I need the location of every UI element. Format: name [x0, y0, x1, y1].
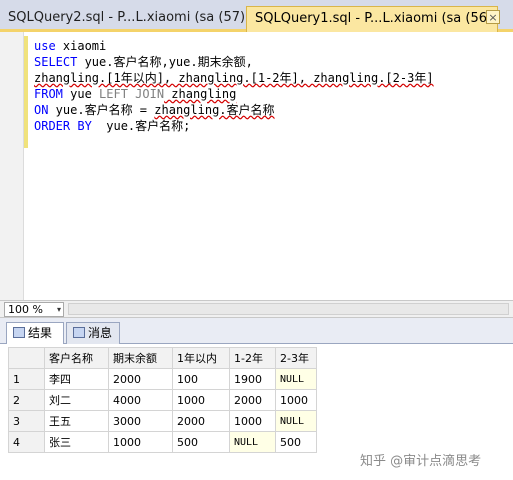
column-header[interactable]: 期末余额 — [108, 347, 173, 369]
column-header[interactable]: 1年以内 — [172, 347, 230, 369]
tab-sqlquery1[interactable]: SQLQuery1.sql - P...L.xiaomi (sa (56))* — [246, 6, 498, 32]
row-number[interactable]: 1 — [8, 368, 45, 390]
editor-gutter — [0, 32, 24, 300]
row-number[interactable]: 3 — [8, 410, 45, 432]
document-tab-bar: SQLQuery2.sql - P...L.xiaomi (sa (57)) S… — [0, 0, 513, 32]
keyword: use — [34, 39, 56, 53]
column-header[interactable]: 2-3年 — [275, 347, 317, 369]
grid-cell[interactable]: 1900 — [229, 368, 276, 390]
grid-icon — [13, 327, 25, 338]
code-text: yue — [62, 87, 100, 101]
grid-cell[interactable]: 4000 — [108, 389, 173, 411]
grid-cell[interactable]: 张三 — [44, 431, 109, 453]
chevron-down-icon[interactable]: ▾ — [57, 303, 61, 317]
tab-sqlquery2[interactable]: SQLQuery2.sql - P...L.xiaomi (sa (57)) — [0, 6, 244, 32]
tab-results[interactable]: 结果 — [6, 322, 64, 344]
code-text: zhangling.客户名称 — [154, 103, 275, 117]
table-row: 2 刘二 4000 1000 2000 1000 — [8, 389, 317, 411]
keyword: ON — [34, 103, 49, 117]
change-indicator-bar — [24, 36, 28, 148]
code-text: yue.客户名称 = — [48, 103, 155, 117]
code-line-6: ORDER BY yue.客户名称; — [34, 118, 434, 134]
keyword-join: LEFT JOIN — [99, 87, 165, 101]
grid-cell[interactable]: 2000 — [172, 410, 230, 432]
table-row: 4 张三 1000 500 NULL 500 — [8, 431, 317, 453]
grid-cell[interactable]: 500 — [275, 431, 317, 453]
zoom-bar: 100 % ▾ — [0, 300, 513, 318]
grid-cell[interactable]: 500 — [172, 431, 230, 453]
grid-cell[interactable]: 1000 — [229, 410, 276, 432]
column-header[interactable]: 客户名称 — [44, 347, 109, 369]
table-row: 3 王五 3000 2000 1000 NULL — [8, 410, 317, 432]
code-line-3: zhangling.[1年以内], zhangling.[1-2年], zhan… — [34, 70, 434, 86]
close-tab-icon[interactable]: × — [486, 10, 500, 24]
keyword: SELECT — [34, 55, 78, 69]
tab-results-label: 结果 — [28, 326, 53, 340]
horizontal-scrollbar[interactable] — [68, 303, 509, 315]
grid-cell[interactable]: NULL — [275, 410, 317, 432]
code-text: xiaomi — [55, 39, 107, 53]
grid-cell[interactable]: 王五 — [44, 410, 109, 432]
grid-cell[interactable]: 2000 — [229, 389, 276, 411]
grid-cell[interactable]: NULL — [229, 431, 276, 453]
row-number[interactable]: 2 — [8, 389, 45, 411]
grid-cell[interactable]: 2000 — [108, 368, 173, 390]
code-line-2: SELECT yue.客户名称,yue.期末余额, — [34, 54, 434, 70]
code-text: zhangling — [164, 87, 237, 101]
grid-header-row: 客户名称 期末余额 1年以内 1-2年 2-3年 — [8, 347, 317, 369]
grid-cell[interactable]: 3000 — [108, 410, 173, 432]
grid-cell[interactable]: 1000 — [172, 389, 230, 411]
code-line-4: FROM yue LEFT JOIN zhangling — [34, 86, 434, 102]
code-text: yue.客户名称; — [91, 119, 191, 133]
zoom-select[interactable]: 100 % ▾ — [4, 302, 64, 317]
zoom-value: 100 % — [8, 303, 43, 316]
keyword: FROM — [34, 87, 63, 101]
tab-messages[interactable]: 消息 — [66, 322, 120, 344]
table-row: 1 李四 2000 100 1900 NULL — [8, 368, 317, 390]
results-tab-bar: 结果 消息 — [0, 318, 513, 344]
grid-cell[interactable]: 1000 — [108, 431, 173, 453]
code-line-1: use xiaomi — [34, 38, 434, 54]
tab-messages-label: 消息 — [88, 326, 113, 340]
results-grid: 客户名称 期末余额 1年以内 1-2年 2-3年 1 李四 2000 100 1… — [8, 347, 317, 453]
column-header[interactable]: 1-2年 — [229, 347, 276, 369]
grid-corner-cell[interactable] — [8, 347, 45, 369]
watermark: 知乎 @审计点滴思考 — [360, 454, 482, 469]
grid-cell[interactable]: 李四 — [44, 368, 109, 390]
sql-code[interactable]: use xiaomi SELECT yue.客户名称,yue.期末余额, zha… — [34, 38, 434, 134]
code-text: yue.客户名称,yue.期末余额, — [77, 55, 253, 69]
code-line-5: ON yue.客户名称 = zhangling.客户名称 — [34, 102, 434, 118]
code-text: zhangling.[1年以内], zhangling.[1-2年], zhan… — [34, 71, 434, 85]
query-editor[interactable]: use xiaomi SELECT yue.客户名称,yue.期末余额, zha… — [0, 32, 513, 300]
row-number[interactable]: 4 — [8, 431, 45, 453]
message-icon — [73, 327, 85, 338]
grid-cell[interactable]: 刘二 — [44, 389, 109, 411]
grid-cell[interactable]: 100 — [172, 368, 230, 390]
keyword: ORDER BY — [34, 119, 92, 133]
grid-cell[interactable]: NULL — [275, 368, 317, 390]
grid-cell[interactable]: 1000 — [275, 389, 317, 411]
